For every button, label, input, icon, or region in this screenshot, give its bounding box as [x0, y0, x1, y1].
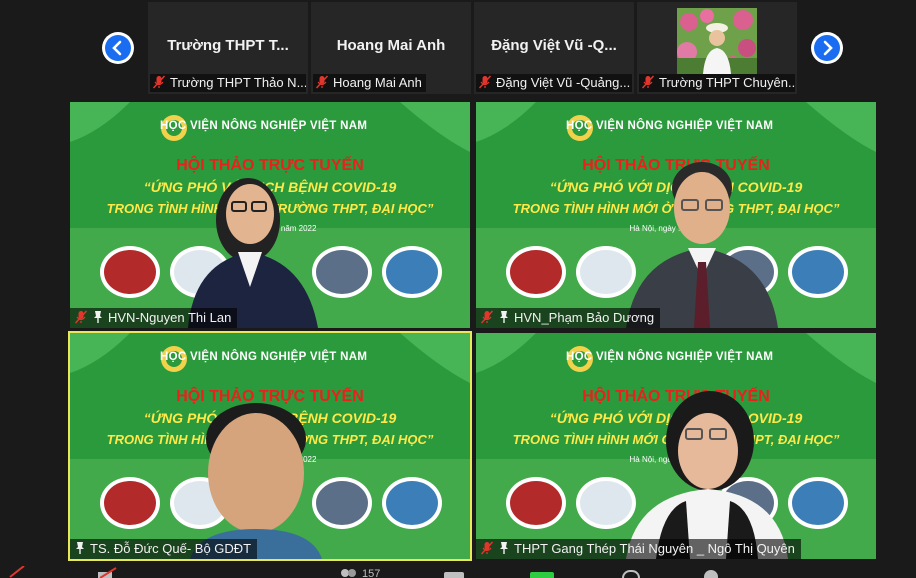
participant-photo	[677, 8, 757, 74]
slide-heading: HỘI THẢO TRỰC TUYẾN	[582, 386, 770, 405]
participant-name: Hoang Mai Anh	[336, 37, 446, 54]
slide-org-name: HỌC VIỆN NÔNG NGHIỆP VIỆT NAM	[566, 120, 774, 132]
chat-icon[interactable]	[444, 572, 464, 578]
video-tile[interactable]: HỘI THẢO TRỰC TUYẾN“ỨNG PHÓ VỚI DỊCH BỆN…	[68, 331, 472, 561]
slide-background: HỘI THẢO TRỰC TUYẾN“ỨNG PHÓ VỚI DỊCH BỆN…	[70, 333, 470, 559]
slide-background: HỘI THẢO TRỰC TUYẾN“ỨNG PHÓ VỚI DỊCH BỆN…	[476, 333, 876, 559]
next-page-button[interactable]	[811, 32, 843, 64]
participants-icon[interactable]	[338, 568, 358, 578]
participant-name: Đặng Việt Vũ -Q...	[491, 37, 617, 54]
participant-label: TS. Đỗ Đức Quế- Bộ GDĐT	[70, 539, 258, 559]
participant-thumbnail[interactable]: Trường THPT Chuyên...	[637, 2, 797, 94]
participant-label: HVN-Nguyen Thi Lan	[70, 308, 238, 328]
pin-icon	[500, 311, 508, 323]
participant-name: HVN_Phạm Bảo Dương	[514, 310, 655, 325]
video-tile[interactable]: HỘI THẢO TRỰC TUYẾN“ỨNG PHÓ VỚI DỊCH BỆN…	[476, 102, 876, 328]
share-screen-icon[interactable]	[530, 572, 554, 578]
chevron-left-icon	[112, 40, 122, 56]
pin-icon	[500, 542, 508, 554]
slide-heading: HỘI THẢO TRỰC TUYẾN	[582, 155, 770, 174]
participant-label: Trường THPT Thảo N...	[150, 74, 306, 92]
participant-strip: Trường THPT T... Trường THPT Thảo N... H…	[148, 2, 798, 94]
participant-label: Hoang Mai Anh	[313, 74, 426, 92]
reactions-icon[interactable]	[704, 570, 718, 578]
mic-muted-icon	[480, 310, 494, 324]
mic-muted-icon[interactable]	[8, 566, 26, 578]
pin-icon	[94, 311, 102, 323]
video-tile[interactable]: HỘI THẢO TRỰC TUYẾN“ỨNG PHÓ VỚI DỊCH BỆN…	[476, 333, 876, 559]
participant-name: Trường THPT T...	[167, 37, 289, 54]
slide-org-name: HỌC VIỆN NÔNG NGHIỆP VIỆT NAM	[160, 120, 368, 132]
participant-name: THPT Gang Thép Thái Nguyên _ Ngô Thị Quy…	[514, 541, 795, 556]
participant-name: HVN-Nguyen Thi Lan	[108, 310, 232, 325]
slide-org-name: HỌC VIỆN NÔNG NGHIỆP VIỆT NAM	[160, 351, 368, 363]
participant-label: Trường THPT Chuyên...	[639, 74, 795, 92]
participant-thumbnail[interactable]: Đặng Việt Vũ -Q... Đặng Việt Vũ -Quảng..…	[474, 2, 634, 94]
participant-label: Đặng Việt Vũ -Quảng...	[476, 74, 632, 92]
mic-muted-icon	[152, 75, 166, 89]
slide-org-name: HỌC VIỆN NÔNG NGHIỆP VIỆT NAM	[566, 351, 774, 363]
previous-page-button[interactable]	[102, 32, 134, 64]
mic-muted-icon	[641, 75, 655, 89]
mic-muted-icon	[480, 541, 494, 555]
participant-label: THPT Gang Thép Thái Nguyên _ Ngô Thị Quy…	[476, 539, 801, 559]
slide-heading: HỘI THẢO TRỰC TUYẾN	[176, 155, 364, 174]
participant-label: HVN_Phạm Bảo Dương	[476, 308, 661, 328]
pin-icon	[76, 542, 84, 554]
participant-thumbnail[interactable]: Hoang Mai Anh Hoang Mai Anh	[311, 2, 471, 94]
participant-thumbnail[interactable]: Trường THPT T... Trường THPT Thảo N...	[148, 2, 308, 94]
record-icon[interactable]	[622, 570, 640, 578]
meeting-window: { "strip": { "participants": [ {"name": …	[0, 0, 916, 578]
slide-heading: HỘI THẢO TRỰC TUYẾN	[176, 386, 364, 405]
participants-count: 157	[362, 568, 381, 578]
slide-background: HỘI THẢO TRỰC TUYẾN“ỨNG PHÓ VỚI DỊCH BỆN…	[70, 102, 470, 328]
video-off-icon[interactable]	[96, 566, 118, 578]
participant-name: TS. Đỗ Đức Quế- Bộ GDĐT	[90, 541, 252, 556]
slide-background: HỘI THẢO TRỰC TUYẾN“ỨNG PHÓ VỚI DỊCH BỆN…	[476, 102, 876, 328]
mic-muted-icon	[315, 75, 329, 89]
mic-muted-icon	[74, 310, 88, 324]
mic-muted-icon	[478, 75, 492, 89]
video-tile[interactable]: HỘI THẢO TRỰC TUYẾN“ỨNG PHÓ VỚI DỊCH BỆN…	[70, 102, 470, 328]
chevron-right-icon	[823, 40, 833, 56]
meeting-toolbar: 157	[0, 566, 916, 578]
